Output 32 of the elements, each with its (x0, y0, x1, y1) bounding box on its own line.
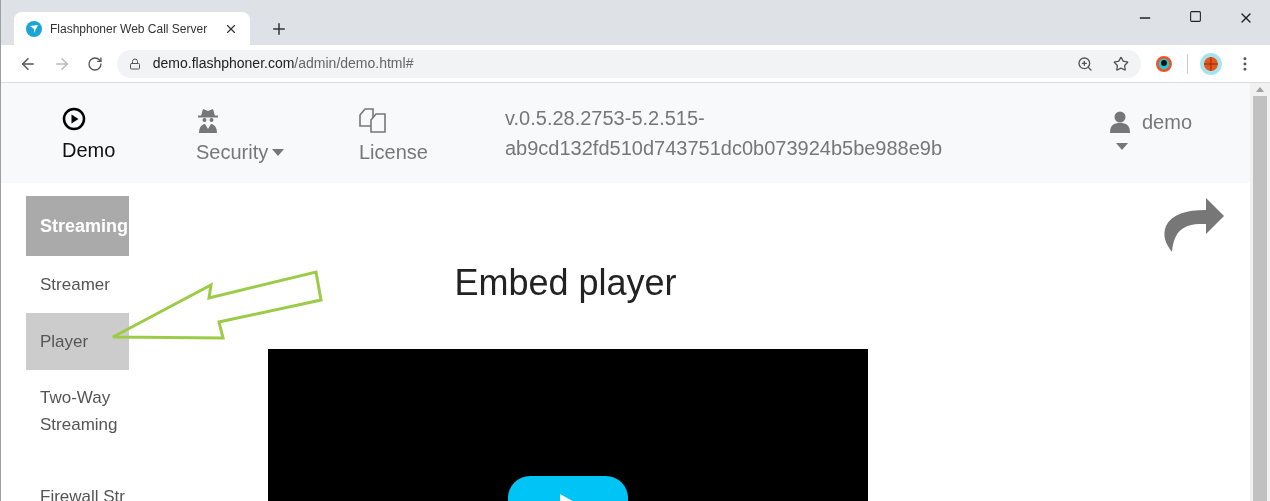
nav-item[interactable]: License (359, 107, 505, 167)
maximize-icon[interactable] (1189, 10, 1202, 23)
spy-icon (196, 107, 220, 133)
zoom-icon[interactable] (1077, 55, 1094, 72)
url-text: demo.flashphoner.com/admin/demo.html# (152, 54, 415, 73)
page-title: Embed player (454, 261, 677, 305)
tab-title: Flashphoner Web Call Server (50, 20, 209, 38)
sidebar-item[interactable]: Streamer (26, 256, 129, 313)
version-text: v.0.5.28.2753-5.2.515- ab9cd132fd510d743751dc0b073924b5be988e9b (505, 106, 943, 161)
user-icon (1110, 111, 1130, 133)
copy-icon (359, 107, 387, 133)
address-bar[interactable]: demo.flashphoner.com/admin/demo.html# (116, 49, 1142, 78)
caret-icon (1116, 143, 1128, 150)
sidebar-item[interactable]: Two-Way Streaming (26, 370, 129, 452)
bookmark-star-icon[interactable] (1113, 55, 1130, 72)
scrollbar[interactable] (1250, 83, 1270, 501)
profile-ball-icon[interactable] (1200, 52, 1223, 75)
scroll-thumb[interactable] (1253, 96, 1267, 501)
share-arrow-icon[interactable] (1162, 198, 1224, 252)
nav-item[interactable]: Security (196, 107, 359, 167)
reload-icon[interactable] (86, 55, 103, 72)
browser-tab[interactable]: Flashphoner Web Call Server (14, 12, 250, 45)
extension-icon[interactable] (1155, 54, 1174, 73)
sidebar-item[interactable]: Player (26, 313, 129, 370)
new-tab-icon[interactable] (270, 20, 288, 38)
nav-item[interactable]: Demo (62, 107, 196, 165)
caret-icon (272, 148, 285, 156)
app-logo-icon (26, 20, 42, 37)
lock-icon (128, 57, 141, 70)
sidebar-heading: Streaming (26, 196, 129, 256)
play-circle-icon (62, 107, 86, 131)
user-menu[interactable]: demo (1110, 107, 1192, 150)
